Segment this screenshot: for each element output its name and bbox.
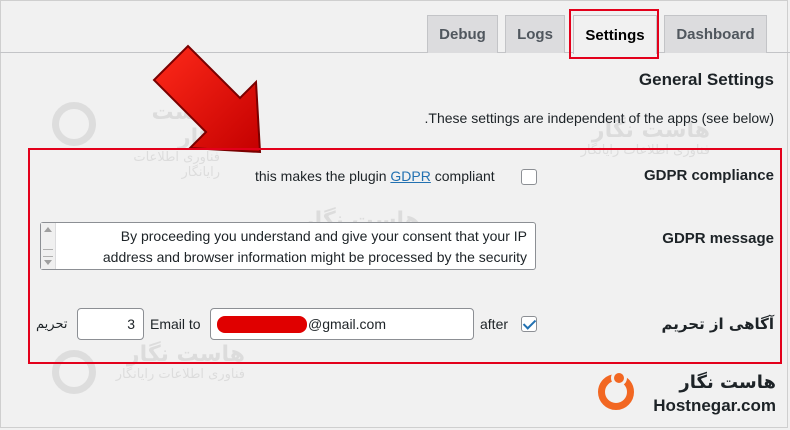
gdpr-text-after: compliant: [430, 168, 495, 184]
gdpr-link[interactable]: GDPR: [390, 168, 430, 184]
ban-count-value: 3: [127, 316, 135, 332]
tab-label: Logs: [517, 26, 553, 43]
tab-label: Dashboard: [676, 26, 755, 43]
textarea-scrollbar[interactable]: [41, 223, 56, 269]
email-value-suffix: @gmail.com: [308, 316, 387, 332]
gdpr-compliance-description: this makes the plugin GDPR compliant: [255, 168, 495, 184]
tab-label: Debug: [439, 26, 486, 43]
ban-notify-checkbox[interactable]: [521, 316, 537, 332]
logo-name-fa: هاست نگار: [679, 372, 776, 393]
gdpr-compliance-label: GDPR compliance: [643, 167, 774, 184]
watermark-logo-icon: [52, 102, 96, 146]
section-title: General Settings: [638, 70, 774, 89]
scroll-up-icon[interactable]: [44, 227, 52, 232]
email-input[interactable]: @gmail.com: [210, 308, 474, 340]
scroll-grip-icon[interactable]: [43, 249, 53, 257]
gdpr-text-before: this makes the plugin: [255, 168, 391, 184]
logo-name-en: Hostnegar.com: [653, 396, 776, 415]
gdpr-compliance-checkbox[interactable]: [521, 169, 537, 185]
settings-tab-highlight: [569, 9, 659, 59]
after-text: after: [480, 316, 509, 332]
section-description: .These settings are independent of the a…: [424, 110, 774, 126]
hostnegar-logo-dot-icon: [611, 370, 627, 386]
redacted-email-mask: [217, 315, 307, 333]
scroll-down-icon[interactable]: [44, 260, 52, 265]
red-arrow-icon: [152, 44, 262, 154]
ban-unit-text: تحریم: [36, 317, 68, 332]
tab-dashboard[interactable]: Dashboard: [664, 15, 767, 53]
ban-notify-label: آگاهی از تحریم: [661, 315, 774, 333]
gdpr-message-textarea[interactable]: By proceeding you understand and give yo…: [40, 222, 536, 270]
tab-logs[interactable]: Logs: [505, 15, 565, 53]
email-to-text: Email to: [150, 316, 201, 332]
tab-debug[interactable]: Debug: [427, 15, 498, 53]
ban-count-input[interactable]: 3: [77, 308, 144, 340]
gdpr-message-label: GDPR message: [662, 230, 774, 247]
watermark-subtitle: فناوری اطلاعات رایانگار: [115, 367, 245, 382]
